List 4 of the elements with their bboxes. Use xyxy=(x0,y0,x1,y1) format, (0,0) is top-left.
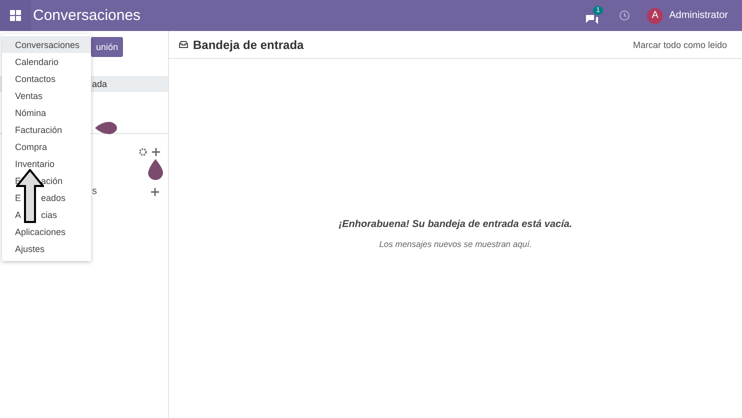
empty-subtitle: Los mensajes nuevos se muestran aquí. xyxy=(379,239,532,249)
inbox-title: Bandeja de entrada xyxy=(193,38,304,52)
empty-title: ¡Enhorabuena! Su bandeja de entrada está vacía. xyxy=(338,219,572,230)
section-label: s xyxy=(92,186,97,197)
